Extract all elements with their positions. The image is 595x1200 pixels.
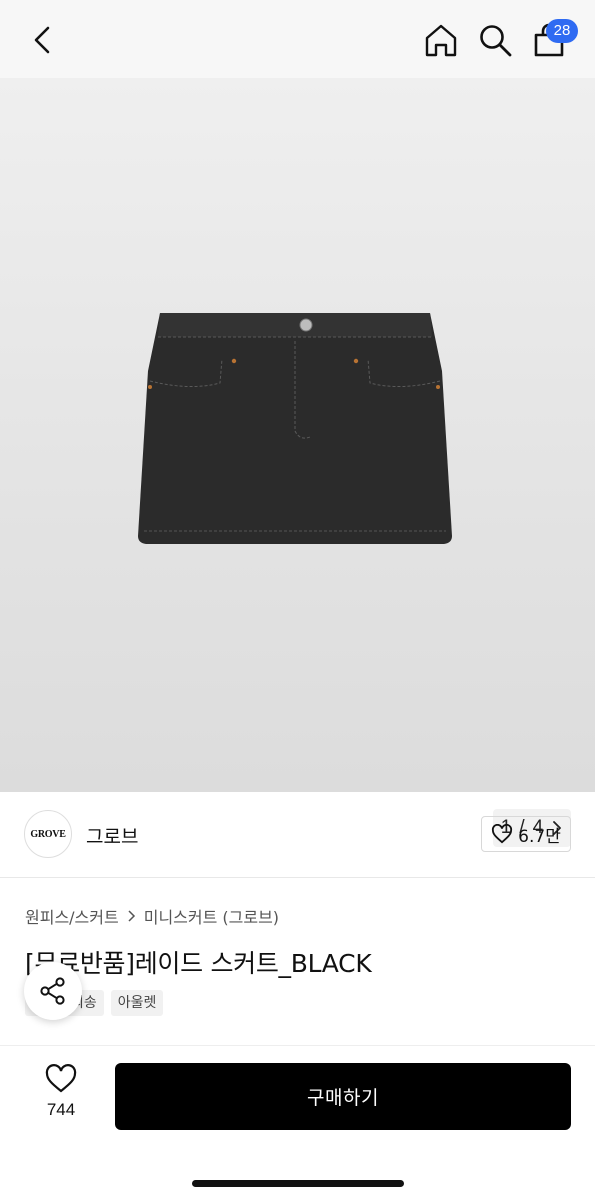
tag-outlet: 아울렛 xyxy=(110,990,164,1016)
breadcrumb-subcategory[interactable]: 미니스커트 (그로브) xyxy=(144,904,279,928)
home-button[interactable] xyxy=(422,21,460,59)
product-image xyxy=(138,313,452,544)
cart-count-badge: 28 xyxy=(546,19,578,43)
brand-logo[interactable]: GROVE xyxy=(24,810,72,858)
share-button[interactable] xyxy=(24,962,82,1020)
brand-like-button[interactable]: 6.7만 xyxy=(481,816,571,852)
chevron-right-icon xyxy=(128,910,135,922)
buy-button[interactable]: 구매하기 xyxy=(115,1063,571,1130)
heart-icon xyxy=(492,824,513,844)
wishlist-count: 744 xyxy=(46,1100,76,1119)
breadcrumb: 원피스/스커트 미니스커트 (그로브) xyxy=(25,904,279,928)
share-icon xyxy=(40,977,65,1005)
search-button[interactable] xyxy=(476,21,514,59)
top-nav-bar: 28 xyxy=(0,0,595,78)
back-button[interactable] xyxy=(26,22,60,58)
breadcrumb-category[interactable]: 원피스/스커트 xyxy=(25,904,119,928)
brand-row: GROVE 그로브 6.7만 xyxy=(0,792,595,878)
home-icon xyxy=(425,24,457,57)
brand-logo-text: GROVE xyxy=(30,828,66,840)
bottom-action-bar: 744 구매하기 xyxy=(0,1046,595,1200)
chevron-left-icon xyxy=(34,26,50,54)
product-image-gallery[interactable]: 1 / 4 xyxy=(0,78,595,847)
brand-name-link[interactable]: 그로브 xyxy=(86,822,138,849)
home-indicator xyxy=(192,1180,404,1187)
wishlist-button[interactable]: 744 xyxy=(30,1064,92,1128)
brand-like-count: 6.7만 xyxy=(518,826,561,847)
search-icon xyxy=(480,25,512,57)
heart-icon xyxy=(45,1064,77,1093)
